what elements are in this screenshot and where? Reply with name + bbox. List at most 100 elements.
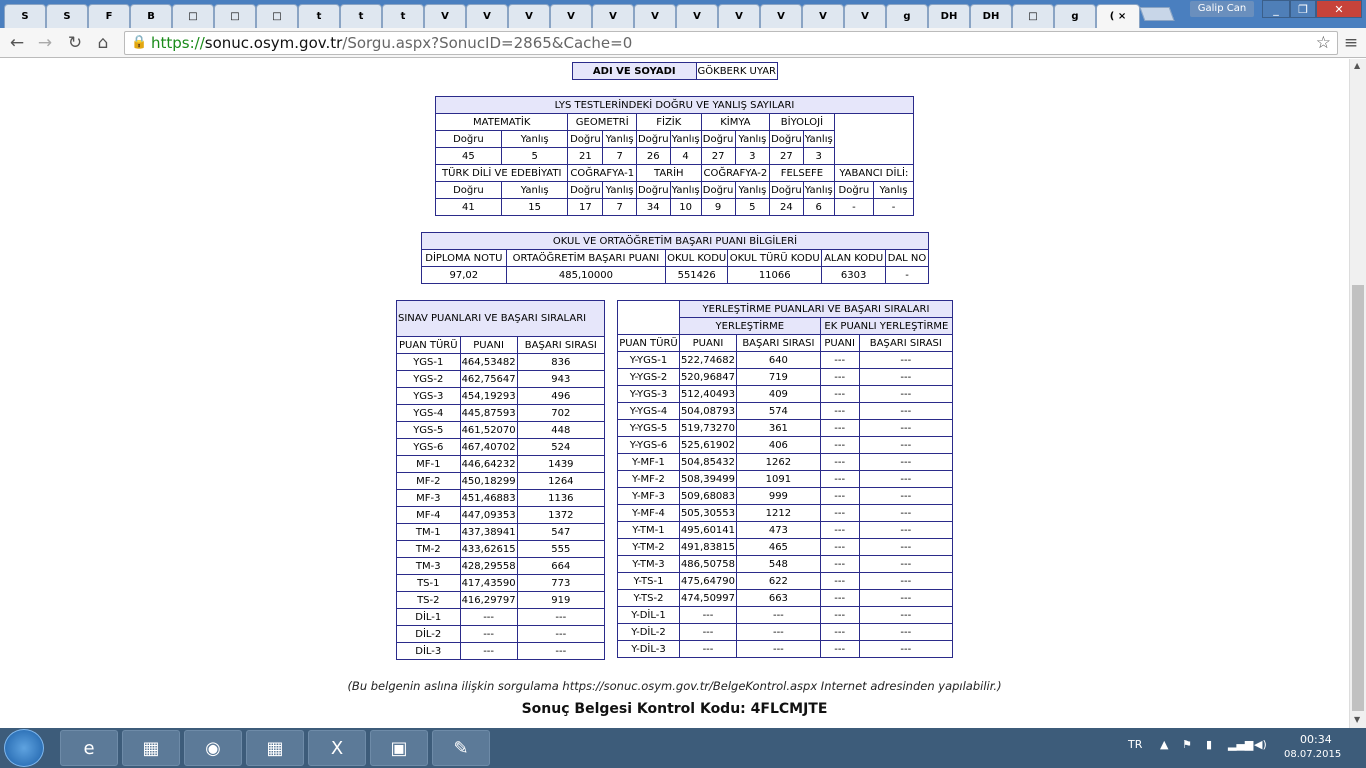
yanlis-header: Yanlış [500,181,569,199]
browser-tab[interactable]: B [130,4,172,28]
browser-tab[interactable]: g [886,4,928,28]
score-cell: 417,43590 [459,574,518,592]
browser-tab[interactable]: V [760,4,802,28]
browser-tab[interactable]: V [592,4,634,28]
browser-tab[interactable]: V [508,4,550,28]
placement-type: Y-TM-1 [617,521,680,539]
browser-tab[interactable]: DH [970,4,1012,28]
browser-tab[interactable]: V [718,4,760,28]
forward-arrow-icon[interactable]: → [34,33,56,53]
placement-cell: 519,73270 [678,419,738,437]
browser-tab[interactable]: V [424,4,466,28]
taskbar-app-icon[interactable]: ◉ [184,730,242,766]
placement-cell: 640 [736,351,821,369]
count-cell: 27 [700,147,736,165]
browser-tab[interactable]: V [802,4,844,28]
browser-tab[interactable]: V [844,4,886,28]
taskbar-app-icon[interactable]: ▦ [122,730,180,766]
count-cell: 5 [734,198,771,216]
start-button[interactable] [4,729,44,767]
placement-cell: --- [819,572,860,590]
table-row: MF-2 450,18299 1264 [396,472,606,490]
home-icon[interactable]: ⌂ [92,33,114,53]
placement-type: Y-MF-2 [617,470,680,488]
school-value: 551426 [665,266,729,284]
score-cell: 773 [516,574,606,592]
back-arrow-icon[interactable]: ← [6,33,28,53]
browser-tab[interactable]: □ [256,4,298,28]
table-row: TM-2 433,62615 555 [396,540,606,558]
clock-time[interactable]: 00:34 [1300,733,1332,746]
browser-tab[interactable]: DH [928,4,970,28]
taskbar-app-icon[interactable]: X [308,730,366,766]
flag-icon[interactable]: ⚑ [1182,738,1192,751]
browser-tab[interactable]: V [466,4,508,28]
score-type: MF-4 [396,506,461,524]
volume-icon[interactable]: ◀) [1254,738,1267,751]
browser-tab[interactable]: S [46,4,88,28]
placement-type: Y-TS-1 [617,572,680,590]
taskbar-app-icon[interactable]: ▣ [370,730,428,766]
browser-tab[interactable]: t [382,4,424,28]
browser-tab[interactable]: V [634,4,676,28]
school-header: DAL NO [885,249,929,267]
browser-tab[interactable]: t [298,4,340,28]
active-tab[interactable]: ( × [1096,4,1140,28]
count-cell: 41 [435,198,502,216]
count-cell: - [833,198,875,216]
language-indicator[interactable]: TR [1128,738,1142,751]
school-header: OKUL TÜRÜ KODU [727,249,823,267]
dogru-header: Doğru [435,181,502,199]
tray-expand-icon[interactable]: ▲ [1160,738,1168,751]
browser-tab[interactable]: V [676,4,718,28]
vertical-scrollbar[interactable]: ▲ ▼ [1349,59,1366,728]
verification-note: (Bu belgenin aslına ilişkin sorgulama ht… [347,679,1002,693]
bookmark-star-icon[interactable]: ☆ [1316,32,1331,54]
placement-cell: --- [819,368,860,386]
scrollbar-thumb[interactable] [1352,285,1364,711]
table-row: DİL-3 --- --- [396,642,606,660]
close-tab-icon[interactable]: × [1118,11,1126,22]
yanlis-header: Yanlış [802,130,835,148]
address-bar[interactable]: 🔒 https://sonuc.osym.gov.tr/Sorgu.aspx?S… [124,31,1338,55]
battery-icon[interactable]: ▮ [1206,738,1212,751]
menu-icon[interactable]: ≡ [1340,33,1362,53]
browser-tab[interactable]: F [88,4,130,28]
placement-cell: 522,74682 [678,351,738,369]
close-window-button[interactable]: ✕ [1316,0,1362,18]
school-title: OKUL VE ORTAÖĞRETİM BAŞARI PUANI BİLGİLE… [421,232,929,250]
yanlis-header: Yanlış [602,130,637,148]
browser-tab[interactable]: □ [172,4,214,28]
score-type: YGS-3 [396,387,461,405]
new-tab-button[interactable] [1139,7,1175,21]
score-type: YGS-5 [396,421,461,439]
placement-cell: --- [858,385,954,403]
browser-tab[interactable]: □ [1012,4,1054,28]
school-header: OKUL KODU [665,249,729,267]
browser-tab[interactable]: t [340,4,382,28]
scroll-down-icon[interactable]: ▼ [1354,715,1360,724]
browser-tab[interactable]: g [1054,4,1096,28]
reload-icon[interactable]: ↻ [64,33,86,53]
minimize-button[interactable]: _ [1262,0,1290,18]
placement-sub1: YERLEŞTİRME [678,317,821,335]
score-cell: --- [459,625,518,643]
browser-tab[interactable]: □ [214,4,256,28]
score-type: YGS-2 [396,370,461,388]
taskbar-app-icon[interactable]: e [60,730,118,766]
clock-date[interactable]: 08.07.2015 [1284,749,1341,760]
placement-cell: --- [819,470,860,488]
maximize-button[interactable]: ❐ [1290,0,1316,18]
dogru-header: Doğru [833,181,875,199]
network-icon[interactable]: ▂▄▆ [1228,738,1253,751]
scroll-up-icon[interactable]: ▲ [1354,61,1360,70]
taskbar-app-icon[interactable]: ✎ [432,730,490,766]
count-cell: - [873,198,914,216]
browser-tab[interactable]: V [550,4,592,28]
placement-type: Y-TM-2 [617,538,680,556]
taskbar-app-icon[interactable]: ▦ [246,730,304,766]
placement-cell: 474,50997 [678,589,738,607]
profile-button[interactable]: Galip Can [1190,1,1254,17]
browser-tab[interactable]: S [4,4,46,28]
placement-cell: --- [858,640,954,658]
